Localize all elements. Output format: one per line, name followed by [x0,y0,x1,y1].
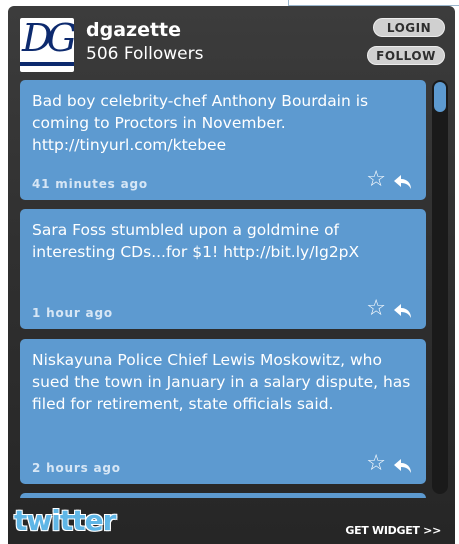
twitter-logo[interactable]: twitter [14,504,116,537]
username[interactable]: dgazette [86,19,181,41]
followers-count: 506 Followers [86,44,204,64]
favorite-star-icon[interactable]: ☆ [366,298,386,320]
widget-footer: twitter GET WIDGET >> [8,502,455,544]
avatar[interactable]: DG [20,18,74,72]
follow-button[interactable]: FOLLOW [367,46,445,65]
twitter-widget: DG dgazette 506 Followers LOGIN FOLLOW B… [8,6,455,544]
reply-arrow-icon[interactable] [392,173,414,191]
tweet-card: Niskayuna Police Chief Lewis Moskowitz, … [20,339,426,484]
tweet-card: Bad boy celebrity-chef Anthony Bourdain … [20,80,426,200]
tweet-time[interactable]: 2 hours ago [32,461,121,475]
login-button[interactable]: LOGIN [373,18,445,37]
get-widget-link[interactable]: GET WIDGET >> [345,524,441,537]
avatar-logo: DG [22,18,74,60]
tweet-text: Sara Foss stumbled upon a goldmine of in… [32,221,360,261]
reply-arrow-icon[interactable] [392,302,414,320]
tweet-time[interactable]: 1 hour ago [32,306,113,320]
tweet-feed: Bad boy celebrity-chef Anthony Bourdain … [20,80,426,498]
scrollbar-track[interactable] [432,80,448,494]
tweet-card-partial [20,493,426,498]
tweet-card: Sara Foss stumbled upon a goldmine of in… [20,209,426,329]
favorite-star-icon[interactable]: ☆ [366,453,386,475]
tweet-text: Bad boy celebrity-chef Anthony Bourdain … [32,92,369,154]
favorite-star-icon[interactable]: ☆ [366,169,386,191]
tweet-time[interactable]: 41 minutes ago [32,177,148,191]
reply-arrow-icon[interactable] [392,457,414,475]
tweet-text: Niskayuna Police Chief Lewis Moskowitz, … [32,351,411,413]
widget-header: DG dgazette 506 Followers LOGIN FOLLOW [8,6,455,80]
scrollbar-thumb[interactable] [434,82,446,112]
avatar-bar [20,62,74,66]
